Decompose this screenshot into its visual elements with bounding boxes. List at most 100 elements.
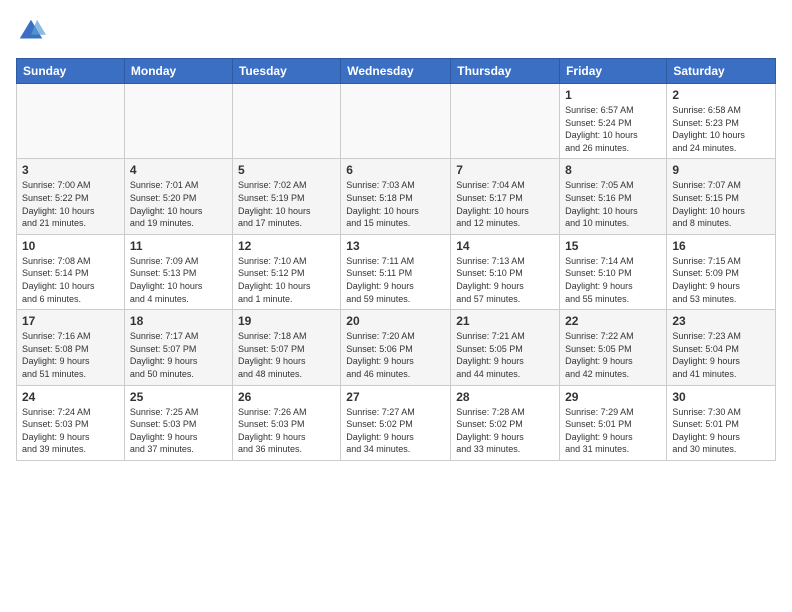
day-number: 7	[456, 163, 554, 177]
calendar-day: 28 Sunrise: 7:28 AM Sunset: 5:02 PM Dayli…	[451, 385, 560, 460]
day-info: Sunrise: 7:11 AM Sunset: 5:11 PM Dayligh…	[346, 255, 445, 305]
logo	[16, 16, 50, 46]
calendar-day: 16 Sunrise: 7:15 AM Sunset: 5:09 PM Dayli…	[667, 234, 776, 309]
calendar-day: 22 Sunrise: 7:22 AM Sunset: 5:05 PM Dayli…	[560, 310, 667, 385]
day-info: Sunrise: 7:01 AM Sunset: 5:20 PM Dayligh…	[130, 179, 227, 229]
day-number: 22	[565, 314, 661, 328]
day-number: 15	[565, 239, 661, 253]
calendar-week-row: 3 Sunrise: 7:00 AM Sunset: 5:22 PM Daylig…	[17, 159, 776, 234]
day-info: Sunrise: 7:28 AM Sunset: 5:02 PM Dayligh…	[456, 406, 554, 456]
day-info: Sunrise: 7:15 AM Sunset: 5:09 PM Dayligh…	[672, 255, 770, 305]
day-number: 13	[346, 239, 445, 253]
day-number: 28	[456, 390, 554, 404]
calendar-week-row: 1 Sunrise: 6:57 AM Sunset: 5:24 PM Daylig…	[17, 84, 776, 159]
calendar-day	[232, 84, 340, 159]
day-number: 30	[672, 390, 770, 404]
day-info: Sunrise: 7:17 AM Sunset: 5:07 PM Dayligh…	[130, 330, 227, 380]
calendar-day: 8 Sunrise: 7:05 AM Sunset: 5:16 PM Daylig…	[560, 159, 667, 234]
calendar-day: 12Sunrise: 7:10 AM Sunset: 5:12 PM Dayli…	[232, 234, 340, 309]
header-monday: Monday	[124, 59, 232, 84]
day-info: Sunrise: 7:02 AM Sunset: 5:19 PM Dayligh…	[238, 179, 335, 229]
day-number: 16	[672, 239, 770, 253]
day-info: Sunrise: 7:29 AM Sunset: 5:01 PM Dayligh…	[565, 406, 661, 456]
calendar-day: 20 Sunrise: 7:20 AM Sunset: 5:06 PM Dayli…	[341, 310, 451, 385]
day-number: 6	[346, 163, 445, 177]
day-info: Sunrise: 7:24 AM Sunset: 5:03 PM Dayligh…	[22, 406, 119, 456]
day-info: Sunrise: 7:09 AM Sunset: 5:13 PM Dayligh…	[130, 255, 227, 305]
calendar-day	[124, 84, 232, 159]
day-info: Sunrise: 7:26 AM Sunset: 5:03 PM Dayligh…	[238, 406, 335, 456]
day-info: Sunrise: 7:05 AM Sunset: 5:16 PM Dayligh…	[565, 179, 661, 229]
calendar-day: 7 Sunrise: 7:04 AM Sunset: 5:17 PM Daylig…	[451, 159, 560, 234]
calendar-week-row: 10Sunrise: 7:08 AM Sunset: 5:14 PM Dayli…	[17, 234, 776, 309]
header-thursday: Thursday	[451, 59, 560, 84]
calendar-header-row: SundayMondayTuesdayWednesdayThursdayFrid…	[17, 59, 776, 84]
calendar-day	[17, 84, 125, 159]
day-info: Sunrise: 7:22 AM Sunset: 5:05 PM Dayligh…	[565, 330, 661, 380]
day-number: 17	[22, 314, 119, 328]
header-wednesday: Wednesday	[341, 59, 451, 84]
calendar-week-row: 17 Sunrise: 7:16 AM Sunset: 5:08 PM Dayli…	[17, 310, 776, 385]
calendar-day: 14 Sunrise: 7:13 AM Sunset: 5:10 PM Dayli…	[451, 234, 560, 309]
day-number: 10	[22, 239, 119, 253]
day-number: 3	[22, 163, 119, 177]
day-info: Sunrise: 7:13 AM Sunset: 5:10 PM Dayligh…	[456, 255, 554, 305]
calendar-day	[451, 84, 560, 159]
day-info: Sunrise: 6:57 AM Sunset: 5:24 PM Dayligh…	[565, 104, 661, 154]
day-info: Sunrise: 7:03 AM Sunset: 5:18 PM Dayligh…	[346, 179, 445, 229]
calendar-day: 26Sunrise: 7:26 AM Sunset: 5:03 PM Dayli…	[232, 385, 340, 460]
day-number: 27	[346, 390, 445, 404]
calendar-day	[341, 84, 451, 159]
calendar-day: 9 Sunrise: 7:07 AM Sunset: 5:15 PM Daylig…	[667, 159, 776, 234]
day-info: Sunrise: 7:30 AM Sunset: 5:01 PM Dayligh…	[672, 406, 770, 456]
calendar-day: 30 Sunrise: 7:30 AM Sunset: 5:01 PM Dayli…	[667, 385, 776, 460]
calendar-day: 29 Sunrise: 7:29 AM Sunset: 5:01 PM Dayli…	[560, 385, 667, 460]
day-number: 5	[238, 163, 335, 177]
calendar-table: SundayMondayTuesdayWednesdayThursdayFrid…	[16, 58, 776, 461]
day-number: 25	[130, 390, 227, 404]
calendar-day: 17 Sunrise: 7:16 AM Sunset: 5:08 PM Dayli…	[17, 310, 125, 385]
page-header	[16, 16, 776, 46]
calendar-day: 24 Sunrise: 7:24 AM Sunset: 5:03 PM Dayli…	[17, 385, 125, 460]
day-number: 9	[672, 163, 770, 177]
day-number: 21	[456, 314, 554, 328]
calendar-day: 1 Sunrise: 6:57 AM Sunset: 5:24 PM Daylig…	[560, 84, 667, 159]
day-number: 29	[565, 390, 661, 404]
day-info: Sunrise: 7:10 AM Sunset: 5:12 PM Dayligh…	[238, 255, 335, 305]
day-number: 24	[22, 390, 119, 404]
day-number: 20	[346, 314, 445, 328]
calendar-day: 19 Sunrise: 7:18 AM Sunset: 5:07 PM Dayli…	[232, 310, 340, 385]
calendar-day: 15 Sunrise: 7:14 AM Sunset: 5:10 PM Dayli…	[560, 234, 667, 309]
calendar-day: 23Sunrise: 7:23 AM Sunset: 5:04 PM Dayli…	[667, 310, 776, 385]
day-info: Sunrise: 7:21 AM Sunset: 5:05 PM Dayligh…	[456, 330, 554, 380]
calendar-day: 27 Sunrise: 7:27 AM Sunset: 5:02 PM Dayli…	[341, 385, 451, 460]
day-number: 2	[672, 88, 770, 102]
day-info: Sunrise: 7:20 AM Sunset: 5:06 PM Dayligh…	[346, 330, 445, 380]
day-info: Sunrise: 7:00 AM Sunset: 5:22 PM Dayligh…	[22, 179, 119, 229]
day-number: 4	[130, 163, 227, 177]
calendar-day: 3 Sunrise: 7:00 AM Sunset: 5:22 PM Daylig…	[17, 159, 125, 234]
day-info: Sunrise: 7:14 AM Sunset: 5:10 PM Dayligh…	[565, 255, 661, 305]
calendar-day: 18 Sunrise: 7:17 AM Sunset: 5:07 PM Dayli…	[124, 310, 232, 385]
header-friday: Friday	[560, 59, 667, 84]
day-number: 1	[565, 88, 661, 102]
calendar-day: 6 Sunrise: 7:03 AM Sunset: 5:18 PM Daylig…	[341, 159, 451, 234]
day-info: Sunrise: 7:04 AM Sunset: 5:17 PM Dayligh…	[456, 179, 554, 229]
calendar-week-row: 24 Sunrise: 7:24 AM Sunset: 5:03 PM Dayli…	[17, 385, 776, 460]
day-number: 14	[456, 239, 554, 253]
header-saturday: Saturday	[667, 59, 776, 84]
day-info: Sunrise: 7:25 AM Sunset: 5:03 PM Dayligh…	[130, 406, 227, 456]
logo-icon	[16, 16, 46, 46]
calendar-day: 13 Sunrise: 7:11 AM Sunset: 5:11 PM Dayli…	[341, 234, 451, 309]
day-info: Sunrise: 7:16 AM Sunset: 5:08 PM Dayligh…	[22, 330, 119, 380]
day-number: 8	[565, 163, 661, 177]
day-info: Sunrise: 7:07 AM Sunset: 5:15 PM Dayligh…	[672, 179, 770, 229]
day-info: Sunrise: 7:18 AM Sunset: 5:07 PM Dayligh…	[238, 330, 335, 380]
day-number: 19	[238, 314, 335, 328]
calendar-day: 10Sunrise: 7:08 AM Sunset: 5:14 PM Dayli…	[17, 234, 125, 309]
header-tuesday: Tuesday	[232, 59, 340, 84]
day-number: 18	[130, 314, 227, 328]
day-info: Sunrise: 7:27 AM Sunset: 5:02 PM Dayligh…	[346, 406, 445, 456]
day-number: 23	[672, 314, 770, 328]
calendar-day: 11Sunrise: 7:09 AM Sunset: 5:13 PM Dayli…	[124, 234, 232, 309]
